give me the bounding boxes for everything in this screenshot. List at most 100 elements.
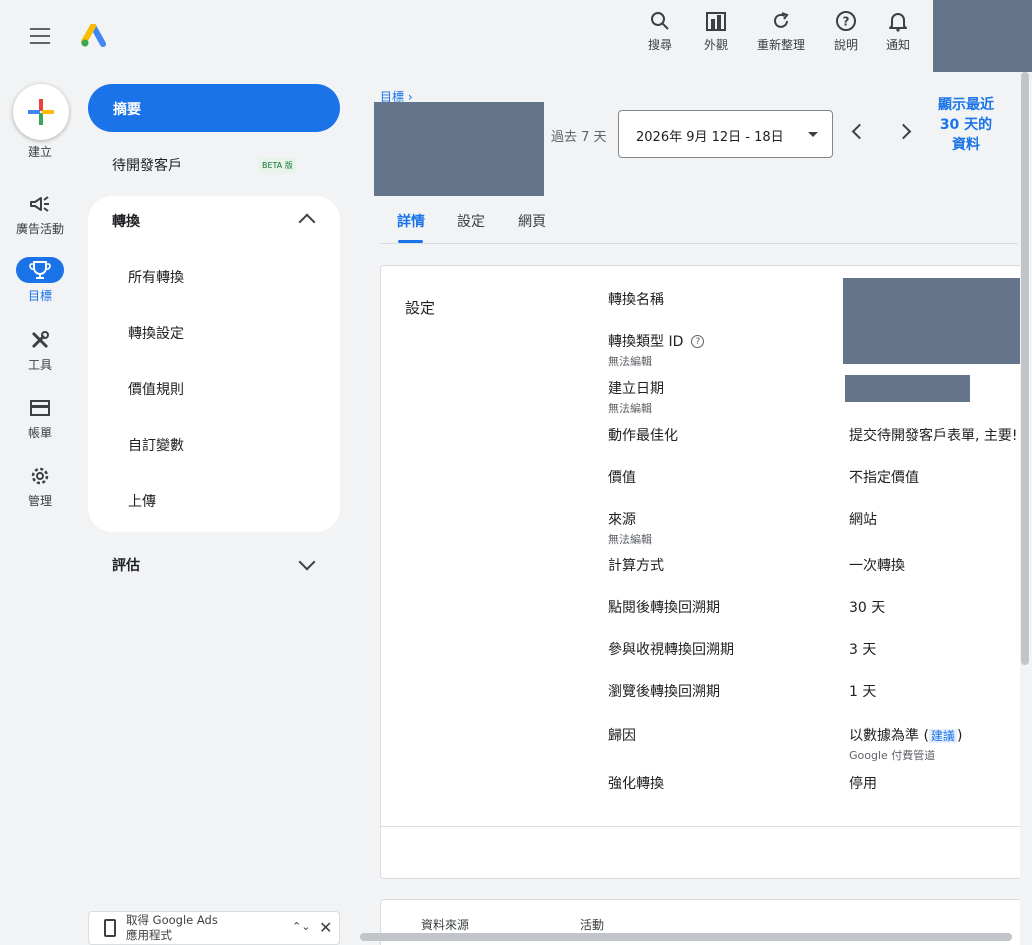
column-activity[interactable]: 活動 — [580, 916, 604, 933]
rail-admin[interactable]: 管理 — [0, 464, 80, 509]
show-30-days-link[interactable]: 顯示最近 30 天的資料 — [938, 95, 994, 155]
appearance-label: 外觀 — [703, 38, 728, 52]
notifications-label: 通知 — [885, 38, 910, 52]
appearance-icon — [706, 12, 726, 31]
tab-settings[interactable]: 設定 — [457, 211, 485, 231]
label-value: 價值 — [608, 470, 636, 486]
notifications-button[interactable]: 通知 — [870, 10, 926, 53]
label-engaged-view-window: 參與收視轉換回溯期 — [608, 642, 734, 658]
recommended-link[interactable]: 建議 — [928, 729, 957, 743]
nav-custom-variables[interactable]: 自訂變數 — [128, 435, 184, 455]
search-icon — [651, 12, 669, 30]
label-action-optimization: 動作最佳化 — [608, 428, 678, 444]
rail-campaigns[interactable]: 廣告活動 — [0, 192, 80, 237]
date-range-value: 2026年 9月 12日 - 18日 — [636, 130, 784, 145]
dropdown-arrow-icon — [808, 132, 818, 137]
label-count: 計算方式 — [608, 558, 664, 574]
help-button[interactable]: ? 說明 — [818, 10, 874, 53]
value-attribution: 以數據為準 (建議) Google 付費管道 — [849, 725, 962, 763]
rail-admin-label: 管理 — [27, 494, 52, 508]
rail-goals[interactable]: 目標 — [0, 257, 80, 304]
credit-card-icon — [30, 400, 50, 416]
nav-value-rules[interactable]: 價值規則 — [128, 379, 184, 399]
svg-text:?: ? — [843, 15, 850, 29]
trophy-icon — [16, 257, 64, 283]
label-click-window: 點閱後轉換回溯期 — [608, 600, 720, 616]
search-label: 搜尋 — [647, 38, 672, 52]
rail-billing[interactable]: 帳單 — [0, 396, 80, 441]
nav-all-conversions[interactable]: 所有轉換 — [128, 267, 184, 287]
settings-section-title: 設定 — [405, 299, 436, 317]
not-editable-hint: 無法編輯 — [608, 533, 652, 546]
nav-evaluation[interactable]: 評估 — [112, 555, 140, 575]
nav-leads[interactable]: 待開發客戶 — [112, 155, 182, 175]
not-editable-hint: 無法編輯 — [608, 402, 652, 415]
google-ads-logo[interactable] — [80, 24, 106, 48]
chevron-down-icon[interactable] — [298, 553, 316, 571]
column-data-source[interactable]: 資料來源 — [421, 916, 469, 933]
label-source: 來源 無法編輯 — [608, 509, 652, 547]
tab-webpages[interactable]: 網頁 — [518, 211, 546, 231]
conversion-name-redacted — [843, 278, 1032, 364]
label-created-date: 建立日期 無法編輯 — [608, 378, 664, 416]
nav-conversions[interactable]: 轉換 — [112, 211, 140, 231]
help-icon: ? — [836, 11, 856, 31]
beta-badge: BETA 版 — [259, 158, 296, 173]
tab-details[interactable]: 詳情 — [397, 211, 425, 231]
nav-summary[interactable]: 摘要 — [88, 84, 340, 132]
bell-icon — [889, 13, 907, 32]
vertical-scrollbar[interactable] — [1021, 72, 1029, 665]
phone-icon — [104, 919, 116, 937]
rail-tools[interactable]: 工具 — [0, 328, 80, 373]
value-source: 網站 — [849, 512, 877, 528]
rail-campaigns-label: 廣告活動 — [15, 222, 64, 236]
expand-collapse-icon[interactable]: ⌃⌄ — [292, 920, 310, 933]
label-conversion-name: 轉換名稱 — [608, 292, 664, 308]
account-redacted[interactable] — [933, 0, 1032, 72]
previous-period-icon[interactable] — [851, 123, 868, 140]
tools-icon — [31, 331, 49, 349]
gear-icon — [31, 467, 49, 485]
value-view-through-window: 1 天 — [849, 684, 877, 700]
label-attribution: 歸因 — [608, 728, 636, 744]
search-button[interactable]: 搜尋 — [632, 10, 688, 53]
created-date-redacted — [845, 375, 970, 402]
close-icon[interactable]: ✕ — [319, 918, 332, 937]
value-count: 一次轉換 — [849, 558, 905, 574]
rail-billing-label: 帳單 — [27, 426, 52, 440]
plus-icon — [28, 99, 54, 125]
nav-uploads[interactable]: 上傳 — [128, 491, 156, 511]
source-text: 來源 — [608, 512, 636, 528]
megaphone-icon — [30, 196, 49, 212]
conversions-group — [88, 196, 340, 532]
help-icon[interactable]: ? — [691, 335, 705, 348]
promo-line2: 應用程式 — [126, 928, 172, 942]
main-menu-icon[interactable] — [30, 28, 50, 44]
create-button[interactable] — [13, 84, 69, 140]
value-value: 不指定價值 — [849, 470, 919, 486]
next-period-icon[interactable] — [895, 123, 912, 140]
conversion-type-id-text: 轉換類型 ID — [608, 334, 684, 350]
not-editable-hint: 無法編輯 — [608, 355, 652, 368]
refresh-icon — [774, 12, 789, 28]
tabs-divider — [380, 243, 1018, 244]
page-title-redacted — [374, 102, 544, 196]
refresh-button[interactable]: 重新整理 — [753, 10, 809, 53]
attribution-model: 以數據為準 ( — [849, 728, 929, 744]
value-enhanced-conversions: 停用 — [849, 776, 877, 792]
create-label: 建立 — [27, 145, 52, 159]
rail-goals-label: 目標 — [27, 289, 52, 303]
app-promo-banner[interactable]: 取得 Google Ads 應用程式 ⌃⌄ ✕ — [88, 911, 340, 945]
appearance-button[interactable]: 外觀 — [688, 10, 744, 53]
nav-conversion-settings[interactable]: 轉換設定 — [128, 323, 184, 343]
created-date-text: 建立日期 — [608, 381, 664, 397]
promo-line1: 取得 Google Ads — [126, 913, 218, 927]
card-divider — [381, 826, 1032, 827]
value-action-optimization: 提交待開發客戶表單, 主要! — [849, 428, 1018, 444]
label-view-through-window: 瀏覽後轉換回溯期 — [608, 684, 720, 700]
date-range-select[interactable]: 2026年 9月 12日 - 18日 — [618, 110, 833, 158]
label-conversion-type-id: 轉換類型 ID? 無法編輯 — [608, 331, 705, 369]
label-enhanced-conversions: 強化轉換 — [608, 776, 664, 792]
horizontal-scrollbar[interactable] — [360, 933, 1012, 941]
refresh-label: 重新整理 — [756, 38, 805, 52]
